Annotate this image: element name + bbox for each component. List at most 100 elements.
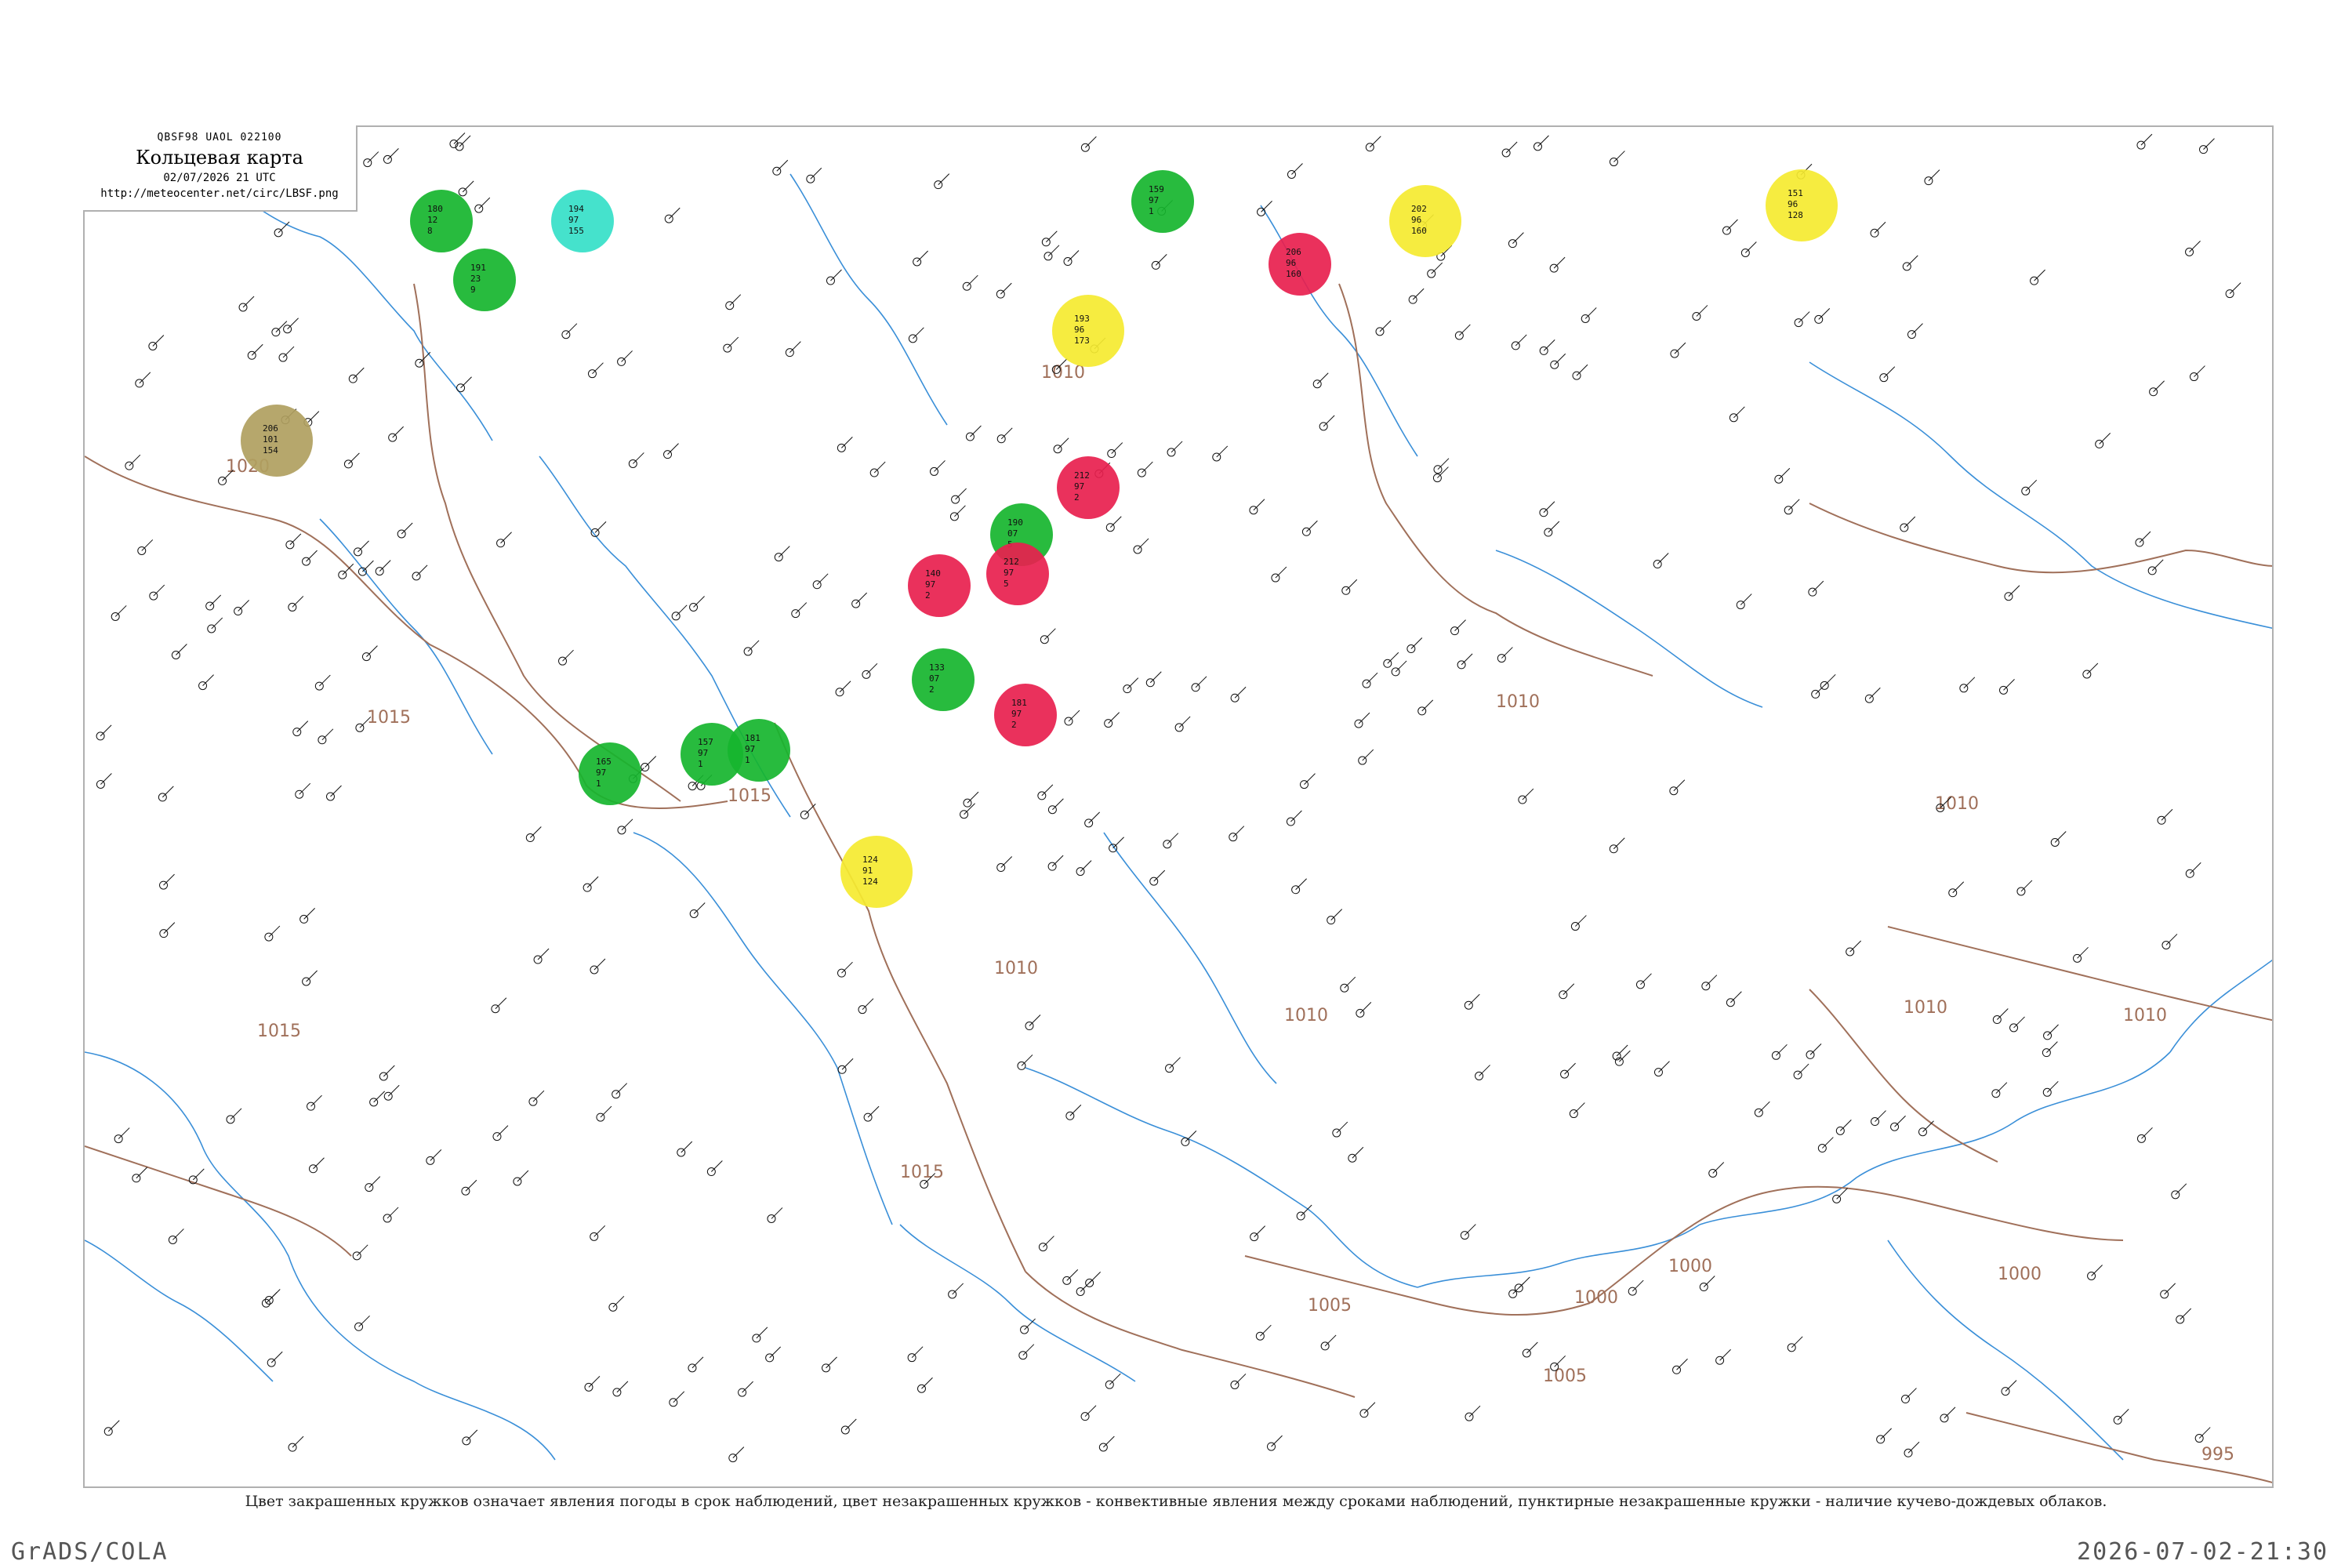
wind-barb (2086, 662, 2099, 675)
station-value: 180 (427, 204, 443, 214)
station-value: 160 (1411, 226, 1427, 236)
wind-barb (1366, 672, 1378, 684)
wind-barb (2139, 531, 2151, 543)
wind-barb (1066, 1269, 1079, 1281)
wind-barb (693, 596, 705, 608)
wind-barb (136, 1167, 148, 1179)
wind-barb (2141, 1127, 2153, 1139)
wind-barb (594, 521, 607, 533)
station-value: 97 (925, 579, 935, 590)
coastline (1809, 361, 2272, 629)
wind-barb (742, 1381, 753, 1393)
wind-barb (1291, 163, 1303, 175)
wind-barb (1696, 305, 1708, 317)
wind-barb (118, 1127, 130, 1139)
wind-barb (230, 1108, 242, 1120)
coastline (789, 173, 948, 426)
wind-barb (1730, 991, 1742, 1004)
wind-barb (747, 640, 760, 652)
map-url[interactable]: http://meteocenter.net/circ/LBSF.png (83, 187, 356, 200)
station-value: 160 (1286, 269, 1301, 279)
isobar-label: 1015 (728, 786, 771, 806)
wind-barb (1719, 1348, 1731, 1361)
wind-barb (2077, 946, 2089, 959)
station-value: 181 (1011, 698, 1027, 708)
wind-barb (1089, 1272, 1101, 1283)
wind-barb (275, 321, 288, 333)
wind-barb (537, 948, 550, 960)
wind-barb (202, 674, 214, 686)
wind-barb (1543, 339, 1555, 351)
wind-barb (2153, 380, 2165, 393)
wind-barb (593, 958, 606, 971)
wind-barb (964, 803, 975, 815)
wind-barb (251, 343, 263, 356)
isobar-label: 1000 (1998, 1265, 2042, 1284)
wind-barb (321, 728, 334, 741)
isobar-label: 1010 (1904, 998, 1947, 1018)
wind-barb (211, 617, 223, 630)
station-value: 8 (427, 226, 433, 236)
wind-barb (1395, 660, 1407, 673)
isobar-line (1244, 1255, 1591, 1316)
wind-barb (1905, 1388, 1917, 1399)
isobar-label: 1010 (1496, 692, 1540, 712)
wind-barb (732, 1446, 745, 1458)
wind-barb (2165, 934, 2178, 946)
wind-barb (1821, 1137, 1834, 1149)
weather-station-thunder (994, 684, 1057, 746)
wind-barb (1454, 619, 1466, 631)
station-value: 97 (698, 748, 708, 758)
wind-barb (866, 662, 878, 675)
wind-barb (292, 596, 304, 608)
wind-barb (2194, 365, 2205, 377)
wind-barb (209, 594, 222, 607)
station-value: 97 (745, 744, 755, 754)
wind-barb (1178, 716, 1191, 728)
coastline (1417, 1224, 1700, 1288)
wind-barb (330, 785, 342, 797)
wind-barb (2189, 241, 2201, 252)
wind-barb (1261, 201, 1272, 212)
wind-barb (1044, 628, 1056, 641)
wind-barb (1776, 1044, 1788, 1056)
wind-barb (934, 460, 946, 472)
station-value: 96 (1411, 215, 1421, 225)
wind-barb (967, 791, 979, 804)
wind-barb (1911, 323, 1923, 335)
wind-barb (238, 600, 249, 612)
wind-barb (289, 533, 302, 546)
wind-barb (1043, 1236, 1054, 1247)
wind-barb (1907, 1441, 1920, 1454)
station-value: 23 (470, 274, 481, 284)
weather-map[interactable]: 1020 1015 1015 1015 1010 1010 1010 1010 1010 1010… (83, 125, 2274, 1488)
wind-barb (307, 411, 320, 423)
wind-barb (921, 1377, 933, 1389)
wind-barb (1057, 437, 1069, 450)
wind-barb (1275, 566, 1287, 579)
wind-barb (1584, 307, 1597, 319)
wind-barb (1505, 141, 1518, 154)
wind-barb (459, 135, 471, 147)
isobar-line (774, 722, 1026, 1272)
wind-barb (1564, 1062, 1576, 1075)
wind-barb (1995, 1082, 2008, 1094)
wind-barb (1658, 1061, 1670, 1073)
wind-barb (1359, 1002, 1372, 1014)
station-value: 96 (1074, 325, 1084, 335)
isobar-line (1809, 503, 2272, 574)
wind-barb (1149, 671, 1162, 684)
station-value: 1 (745, 755, 750, 765)
isobar-line (1025, 1271, 1356, 1398)
wind-barb (771, 1207, 783, 1219)
wind-barb (789, 341, 801, 353)
wind-barb (1563, 983, 1575, 996)
wind-barb (841, 961, 853, 974)
weather-station-thunder (1057, 456, 1120, 519)
wind-barb (348, 452, 360, 465)
station-value: 5 (1004, 579, 1009, 589)
station-value: 2 (929, 684, 935, 695)
station-value: 202 (1411, 204, 1427, 214)
wind-barb (401, 522, 413, 535)
weather-station-rain (579, 742, 641, 805)
